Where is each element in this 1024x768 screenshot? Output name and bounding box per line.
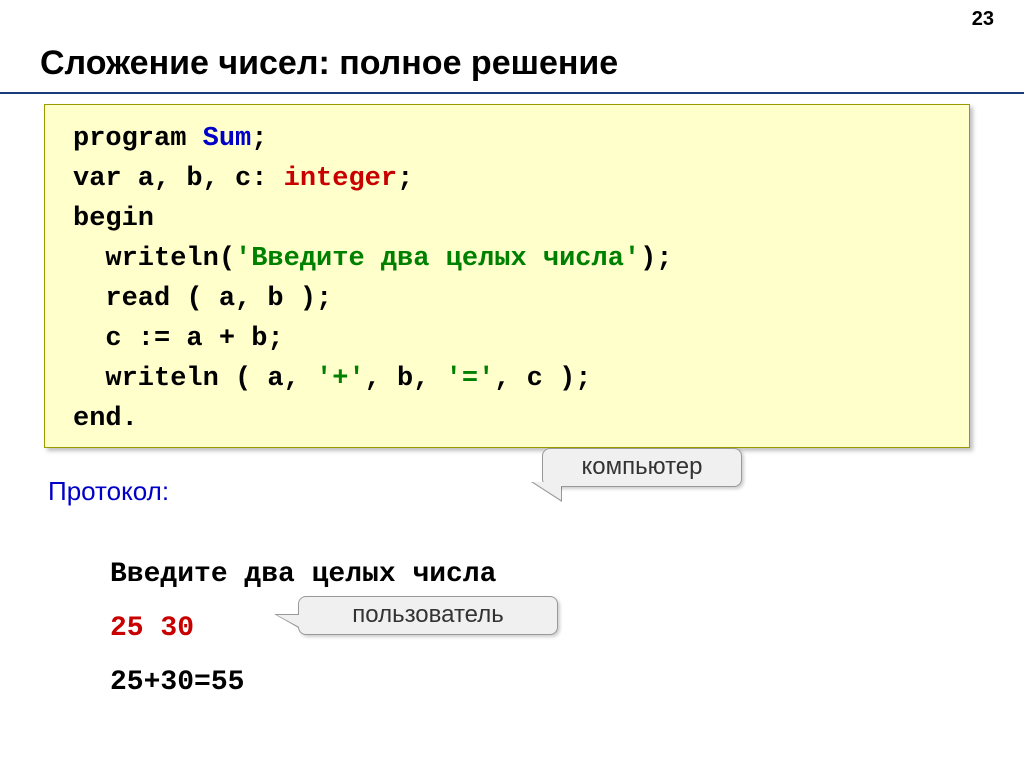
code-block: program Sum; var a, b, c: integer; begin… (44, 104, 970, 448)
code-line-8: end. (73, 399, 969, 439)
code-line-5: read ( a, b ); (73, 279, 969, 319)
code-line-3: begin (73, 199, 969, 239)
code-line-1: program Sum; (73, 119, 969, 159)
callout-computer: компьютер (542, 448, 742, 487)
code-line-6: c := a + b; (73, 319, 969, 359)
page-number: 23 (972, 8, 994, 31)
console-line-result: 25+30=55 (110, 656, 496, 710)
title-underline (0, 92, 1024, 94)
console-line-prompt: Введите два целых числа (110, 548, 496, 602)
slide-title: Сложение чисел: полное решение (40, 44, 618, 83)
callout-user: пользователь (298, 596, 558, 635)
protocol-label: Протокол: (48, 476, 169, 507)
code-line-4: writeln('Введите два целых числа'); (73, 239, 969, 279)
code-line-7: writeln ( a, '+', b, '=', c ); (73, 359, 969, 399)
code-line-2: var a, b, c: integer; (73, 159, 969, 199)
